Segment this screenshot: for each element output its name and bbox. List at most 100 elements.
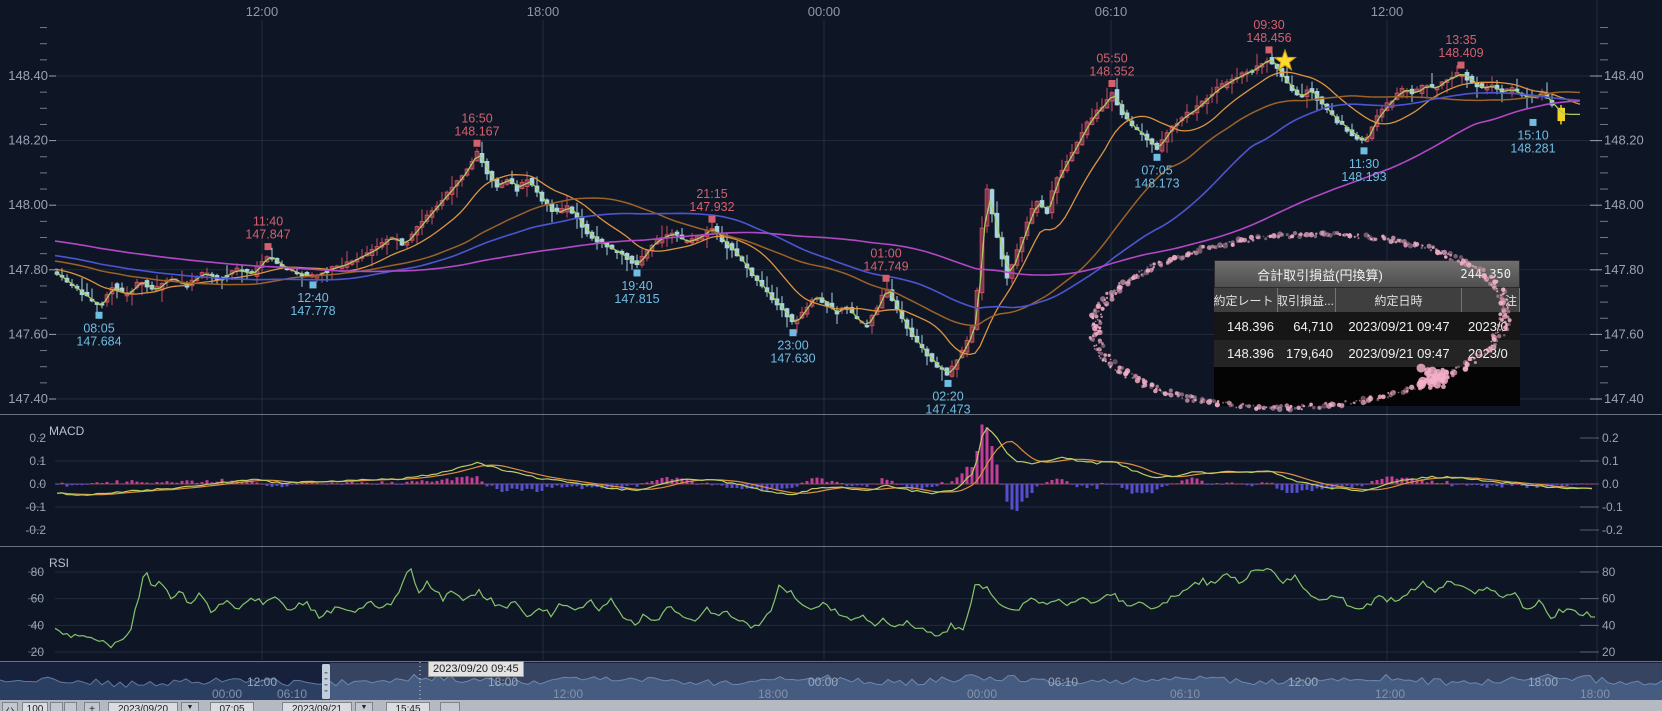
svg-text:06:10: 06:10 (1170, 687, 1200, 701)
swing-high-marker (1109, 80, 1116, 87)
swing-low-marker (634, 269, 641, 276)
svg-text:148.167: 148.167 (454, 124, 499, 138)
bar-count-input[interactable]: 100 (22, 702, 48, 711)
svg-text:06:10: 06:10 (1095, 4, 1128, 19)
svg-text:147.684: 147.684 (76, 334, 121, 348)
svg-text:148.00: 148.00 (1604, 197, 1644, 212)
svg-text:-0.2: -0.2 (1602, 523, 1623, 537)
svg-text:147.630: 147.630 (770, 352, 815, 366)
svg-text:147.473: 147.473 (925, 402, 970, 416)
svg-text:147.815: 147.815 (614, 292, 659, 306)
cell-rate: 148.396 (1214, 340, 1278, 367)
svg-text:00:00: 00:00 (212, 687, 242, 701)
svg-text:12:00: 12:00 (246, 4, 279, 19)
svg-text:20: 20 (1602, 645, 1616, 659)
count-stepper-down[interactable] (50, 702, 63, 711)
svg-text:148.193: 148.193 (1341, 170, 1386, 184)
swing-low-marker (1154, 154, 1161, 161)
svg-text:06:10: 06:10 (1048, 675, 1078, 689)
svg-text:148.20: 148.20 (8, 133, 48, 148)
svg-text:05:50: 05:50 (1096, 52, 1127, 66)
svg-text:148.40: 148.40 (1604, 68, 1644, 83)
svg-text:148.00: 148.00 (8, 197, 48, 212)
swing-high-marker (883, 275, 890, 282)
date-to-dropdown-icon[interactable]: ▼ (355, 702, 373, 711)
profit-table-empty-area (1214, 367, 1520, 406)
date-from-dropdown-icon[interactable]: ▼ (181, 702, 199, 711)
col-header-pnl[interactable]: 取引損益... (1278, 288, 1336, 312)
swing-low-marker (310, 281, 317, 288)
svg-text:80: 80 (1602, 565, 1616, 579)
svg-text:00:00: 00:00 (808, 4, 841, 19)
macd-panel-title: MACD (49, 424, 85, 438)
profit-table-popup[interactable]: 合計取引損益(円換算) 244,350 約定レート 取引損益... 約定日時 注… (1214, 260, 1520, 406)
svg-text:00:00: 00:00 (967, 687, 997, 701)
svg-text:00:00: 00:00 (808, 675, 838, 689)
svg-text:09:30: 09:30 (1253, 18, 1284, 32)
svg-text:147.40: 147.40 (1604, 391, 1644, 406)
swing-low-marker (1361, 147, 1368, 154)
svg-text:148.40: 148.40 (8, 68, 48, 83)
svg-text:18:00: 18:00 (758, 687, 788, 701)
count-stepper-up[interactable] (64, 702, 77, 711)
svg-text:-0.1: -0.1 (1602, 500, 1623, 514)
svg-text:01:00: 01:00 (870, 246, 901, 260)
table-row[interactable]: 148.396 64,710 2023/09/21 09:47 2023/0 (1214, 313, 1520, 340)
swing-high-marker (474, 140, 481, 147)
svg-text:21:15: 21:15 (696, 187, 727, 201)
cell-order-datetime: 2023/0 (1462, 340, 1520, 367)
date-from-input[interactable]: 2023/09/20 (108, 702, 178, 711)
svg-text:02:20: 02:20 (932, 389, 963, 403)
profit-table-title: 合計取引損益(円換算) (1215, 265, 1425, 284)
col-header-order[interactable]: 注 (1462, 288, 1520, 312)
cell-exec-datetime: 2023/09/21 09:47 (1336, 340, 1462, 367)
svg-text:148.20: 148.20 (1604, 133, 1644, 148)
svg-text:147.60: 147.60 (1604, 326, 1644, 341)
svg-text:12:00: 12:00 (247, 675, 277, 689)
svg-text:12:40: 12:40 (297, 291, 328, 305)
svg-text:147.847: 147.847 (245, 228, 290, 242)
svg-text:11:40: 11:40 (253, 215, 283, 229)
navigator-left-handle[interactable] (322, 664, 330, 699)
svg-text:18:00: 18:00 (1528, 675, 1558, 689)
svg-text:148.409: 148.409 (1438, 46, 1483, 60)
svg-text:18:00: 18:00 (488, 675, 518, 689)
svg-text:12:00: 12:00 (1375, 687, 1405, 701)
svg-text:13:35: 13:35 (1445, 33, 1476, 47)
svg-text:15:10: 15:10 (1517, 128, 1548, 142)
copy-page-icon[interactable] (440, 702, 460, 711)
time-to-input[interactable]: 15:45 (386, 702, 430, 711)
zoom-plus-button[interactable]: + (84, 702, 100, 711)
table-row[interactable]: 148.396 179,640 2023/09/21 09:47 2023/0 (1214, 340, 1520, 367)
svg-text:11:30: 11:30 (1349, 157, 1379, 171)
col-header-rate[interactable]: 約定レート (1214, 288, 1278, 312)
swing-low-marker (945, 380, 952, 387)
svg-text:12:00: 12:00 (1371, 4, 1404, 19)
cell-pnl: 179,640 (1278, 340, 1336, 367)
navigator-strip[interactable]: 12:00 18:00 00:00 06:10 12:00 18:00 00:00 06:10… (0, 662, 1662, 701)
svg-text:147.80: 147.80 (1604, 262, 1644, 277)
svg-text:148.173: 148.173 (1134, 176, 1179, 190)
svg-text:18:00: 18:00 (527, 4, 560, 19)
swing-low-marker (1530, 119, 1537, 126)
swing-high-marker (709, 216, 716, 223)
svg-text:18:00: 18:00 (1580, 687, 1610, 701)
profit-table-header-row: 約定レート 取引損益... 約定日時 注 (1214, 288, 1520, 313)
col-header-exec-datetime[interactable]: 約定日時 (1336, 288, 1462, 312)
date-to-input[interactable]: 2023/09/21 (282, 702, 352, 711)
svg-text:0.1: 0.1 (1602, 454, 1619, 468)
bottom-toolbar[interactable]: 分 100 + 2023/09/20 ▼ 07:05 2023/09/21 ▼ … (0, 700, 1662, 711)
profit-table-total: 244,350 (1425, 267, 1519, 281)
time-from-input[interactable]: 07:05 (210, 702, 254, 711)
swing-high-marker (1458, 62, 1465, 69)
svg-text:0.2: 0.2 (1602, 431, 1619, 445)
profit-table-titlebar[interactable]: 合計取引損益(円換算) 244,350 (1214, 260, 1520, 288)
swing-high-marker (1266, 46, 1273, 53)
svg-text:12:00: 12:00 (1288, 675, 1318, 689)
svg-text:0.0: 0.0 (1602, 477, 1619, 491)
swing-low-marker (96, 312, 103, 319)
svg-text:60: 60 (1602, 592, 1616, 606)
interval-label: 分 (2, 702, 18, 711)
svg-text:07:05: 07:05 (1141, 163, 1172, 177)
svg-text:148.281: 148.281 (1510, 141, 1555, 155)
